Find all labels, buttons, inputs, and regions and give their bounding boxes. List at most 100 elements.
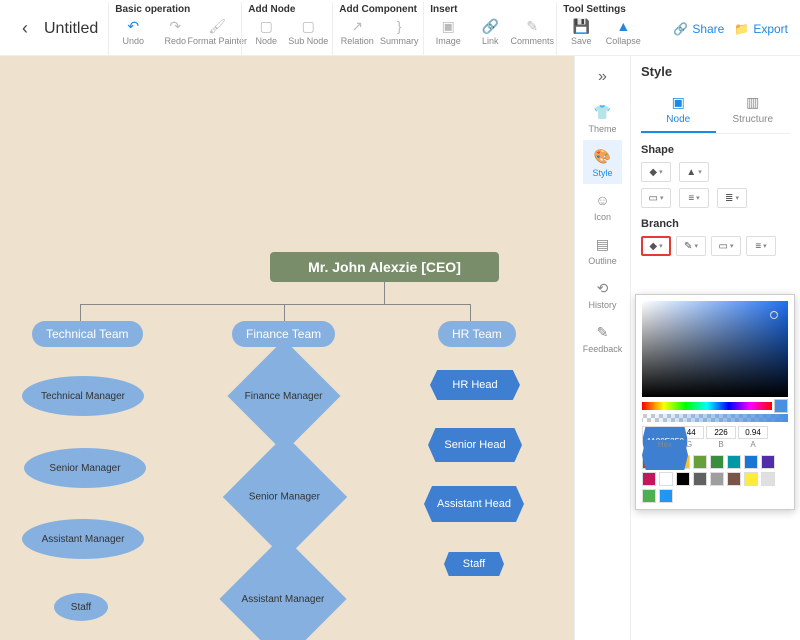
swatch[interactable] xyxy=(642,472,656,486)
sidebar-item-outline[interactable]: ▤ Outline xyxy=(583,228,623,272)
group-title: Basic operation xyxy=(115,4,235,15)
panel-title: Style xyxy=(641,64,790,79)
link-label: Link xyxy=(482,36,499,46)
tab-node[interactable]: ▣Node xyxy=(641,87,716,133)
alpha-slider[interactable] xyxy=(642,414,788,422)
branch-stroke-control[interactable]: ✎ xyxy=(676,236,706,256)
undo-label: Undo xyxy=(122,36,144,46)
redo-icon: ↷ xyxy=(166,17,184,35)
shape-line-style-control[interactable]: ≡ xyxy=(679,188,709,208)
node-senior-head[interactable]: Senior Head xyxy=(428,428,522,462)
history-label: History xyxy=(588,300,616,310)
group-title: Insert xyxy=(430,4,550,15)
swatch[interactable] xyxy=(676,472,690,486)
node-assistant-head[interactable]: Assistant Head xyxy=(424,486,524,522)
node-senior-manager-1[interactable]: Senior Manager xyxy=(24,448,146,488)
export-button[interactable]: 📁Export xyxy=(734,22,788,36)
sub-node-label: Sub Node xyxy=(288,36,328,46)
image-icon: ▣ xyxy=(439,17,457,35)
color-gradient-area[interactable] xyxy=(642,301,788,397)
summary-button[interactable]: }Summary xyxy=(381,17,417,46)
relation-button[interactable]: ↗Relation xyxy=(339,17,375,46)
icon-label: Icon xyxy=(594,212,611,222)
comments-icon: ✎ xyxy=(523,17,541,35)
image-label: Image xyxy=(436,36,461,46)
shape-bg-control[interactable]: ▲ xyxy=(679,162,709,182)
undo-icon: ↶ xyxy=(124,17,142,35)
toolbar-group-basic-operation: Basic operation ↶Undo ↷Redo 🖌Format Painter xyxy=(108,2,241,55)
node-hr-head[interactable]: HR Head xyxy=(430,370,520,400)
image-button[interactable]: ▣Image xyxy=(430,17,466,46)
swatch[interactable] xyxy=(642,489,656,503)
node-technical-manager[interactable]: Technical Manager xyxy=(22,376,144,416)
color-cursor[interactable] xyxy=(770,311,778,319)
node-assistant-manager-1[interactable]: Assistant Manager xyxy=(22,519,144,559)
link-icon: 🔗 xyxy=(481,17,499,35)
b-input[interactable] xyxy=(706,426,736,439)
feedback-icon: ✎ xyxy=(593,322,613,342)
summary-icon: } xyxy=(390,17,408,35)
sidebar-item-feedback[interactable]: ✎ Feedback xyxy=(583,316,623,360)
node-assistant-manager-2[interactable]: Assistant Manager xyxy=(219,535,346,640)
sub-node-button[interactable]: ▢Sub Node xyxy=(290,17,326,46)
branch-line-control[interactable]: ≡ xyxy=(746,236,776,256)
back-button[interactable]: ‹ xyxy=(14,14,36,43)
swatch[interactable] xyxy=(761,472,775,486)
link-button[interactable]: 🔗Link xyxy=(472,17,508,46)
comments-label: Comments xyxy=(511,36,555,46)
swatch[interactable] xyxy=(727,455,741,469)
branch-border-control[interactable]: ▭ xyxy=(711,236,741,256)
collapse-panel-icon[interactable]: » xyxy=(594,64,611,90)
color-preview xyxy=(774,399,788,413)
canvas[interactable]: Mr. John Alexzie [CEO] Technical Team Fi… xyxy=(0,56,574,640)
color-picker[interactable]: Hex R G B A xyxy=(635,294,795,510)
right-sidebar: » 👕Theme🎨Style ☺ Icon ▤ Outline ⟲History ✎ Feed… xyxy=(574,56,630,640)
node-staff-3[interactable]: Staff xyxy=(444,552,504,576)
shape-fill-control[interactable]: ◆ xyxy=(641,162,671,182)
node-staff-1[interactable]: Staff xyxy=(54,593,108,621)
swatch[interactable] xyxy=(659,472,673,486)
collapse-button[interactable]: ▲Collapse xyxy=(605,17,641,46)
a-input[interactable] xyxy=(738,426,768,439)
sidebar-item-theme[interactable]: 👕Theme xyxy=(583,96,623,140)
comments-button[interactable]: ✎Comments xyxy=(514,17,550,46)
swatch[interactable] xyxy=(744,455,758,469)
branch-section-title: Branch xyxy=(641,218,790,230)
branch-fill-control[interactable]: ◆ xyxy=(641,236,671,256)
redo-label: Redo xyxy=(164,36,186,46)
swatch[interactable] xyxy=(710,472,724,486)
sidebar-item-icon[interactable]: ☺ Icon xyxy=(583,184,623,228)
outline-label: Outline xyxy=(588,256,617,266)
node-button[interactable]: ▢Node xyxy=(248,17,284,46)
outline-icon: ▤ xyxy=(593,234,613,254)
format-painter-button[interactable]: 🖌Format Painter xyxy=(199,17,235,46)
sidebar-item-style[interactable]: 🎨Style xyxy=(583,140,623,184)
swatch[interactable] xyxy=(710,455,724,469)
node-icon: ▢ xyxy=(257,17,275,35)
group-title: Add Node xyxy=(248,4,326,15)
collapse-icon: ▲ xyxy=(614,17,632,35)
save-button[interactable]: 💾Save xyxy=(563,17,599,46)
branch-title-hr[interactable]: HR Team xyxy=(438,321,516,347)
save-label: Save xyxy=(571,36,592,46)
swatch[interactable] xyxy=(693,455,707,469)
tab-structure[interactable]: ▥Structure xyxy=(716,87,791,133)
swatch[interactable] xyxy=(659,489,673,503)
root-node[interactable]: Mr. John Alexzie [CEO] xyxy=(270,252,499,282)
undo-button[interactable]: ↶Undo xyxy=(115,17,151,46)
shape-line-weight-control[interactable]: ≣ xyxy=(717,188,747,208)
sub-node-icon: ▢ xyxy=(299,17,317,35)
swatch[interactable] xyxy=(744,472,758,486)
swatch[interactable] xyxy=(693,472,707,486)
theme-icon: 👕 xyxy=(593,102,613,122)
share-button[interactable]: 🔗Share xyxy=(673,22,724,36)
shape-border-control[interactable]: ▭ xyxy=(641,188,671,208)
hue-slider[interactable] xyxy=(642,402,772,410)
icon-icon: ☺ xyxy=(593,190,613,210)
sidebar-item-history[interactable]: ⟲History xyxy=(583,272,623,316)
branch-title-technical[interactable]: Technical Team xyxy=(32,321,143,347)
swatch[interactable] xyxy=(727,472,741,486)
document-title[interactable]: Untitled xyxy=(44,20,98,38)
feedback-label: Feedback xyxy=(583,344,623,354)
swatch[interactable] xyxy=(761,455,775,469)
